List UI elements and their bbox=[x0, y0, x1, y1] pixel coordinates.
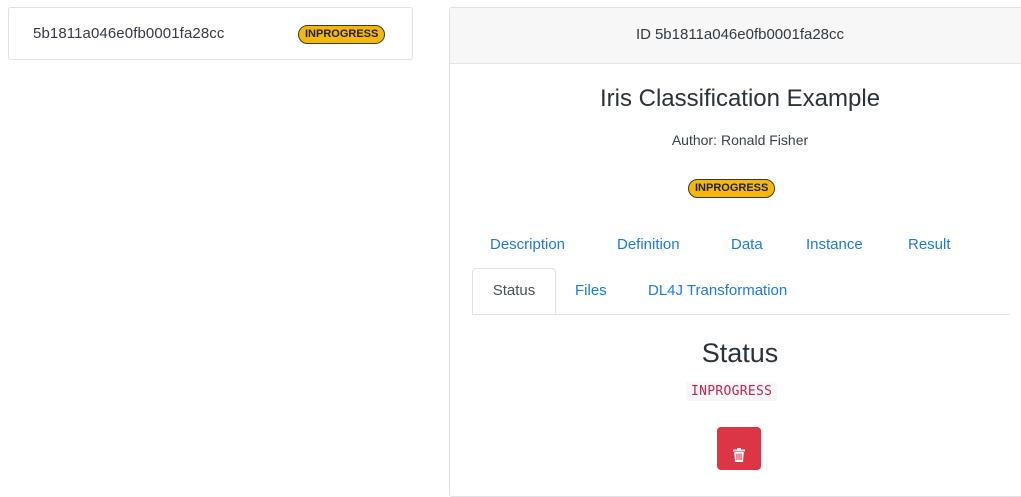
tab-dl4j-transformation[interactable]: DL4J Transformation bbox=[648, 282, 787, 299]
header-id-label: ID bbox=[635, 26, 651, 43]
author-line: Author: Ronald Fisher bbox=[450, 132, 1021, 148]
tab-bar-secondary: Status Files DL4J Transformation bbox=[472, 268, 1010, 315]
tab-status[interactable]: Status bbox=[472, 268, 556, 314]
card-header: ID 5b1811a046e0fb0001fa28cc bbox=[450, 8, 1021, 64]
tab-files[interactable]: Files bbox=[575, 282, 607, 299]
status-badge: INPROGRESS bbox=[688, 179, 776, 198]
status-heading: Status bbox=[701, 338, 779, 368]
header-id-value: 5b1811a046e0fb0001fa28cc bbox=[654, 26, 845, 43]
author-label: Author: bbox=[671, 132, 717, 148]
job-id-text: 5b1811a046e0fb0001fa28cc bbox=[33, 25, 225, 42]
tab-instance[interactable]: Instance bbox=[806, 236, 863, 253]
status-badge: INPROGRESS bbox=[298, 25, 386, 44]
tab-description[interactable]: Description bbox=[490, 236, 565, 253]
tab-result[interactable]: Result bbox=[908, 236, 951, 253]
tab-data[interactable]: Data bbox=[731, 236, 763, 253]
delete-button[interactable] bbox=[717, 427, 761, 470]
job-detail-card: ID 5b1811a046e0fb0001fa28cc Iris Classifi… bbox=[449, 7, 1021, 497]
author-name: Ronald Fisher bbox=[720, 132, 809, 148]
job-list-item[interactable]: 5b1811a046e0fb0001fa28cc INPROGRESS bbox=[8, 7, 413, 60]
status-value: INPROGRESS bbox=[686, 382, 778, 401]
trash-icon bbox=[733, 448, 745, 462]
page-title: Iris Classification Example bbox=[599, 85, 881, 112]
header-title: ID 5b1811a046e0fb0001fa28cc bbox=[450, 26, 1021, 43]
tab-definition[interactable]: Definition bbox=[617, 236, 680, 253]
